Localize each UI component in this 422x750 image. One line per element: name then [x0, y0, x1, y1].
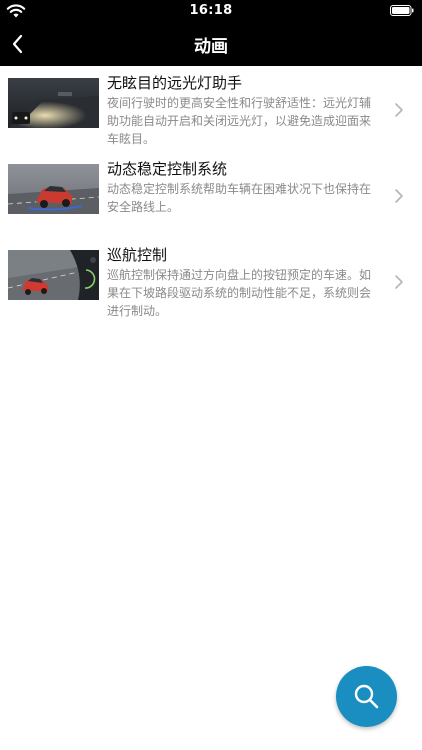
status-bar: 16:18: [0, 0, 422, 22]
list-item-title: 动态稳定控制系统: [107, 160, 228, 178]
search-button[interactable]: [336, 666, 397, 727]
list-item-description: 巡航控制保持通过方向盘上的按钮预定的车速。如果在下坡路段驱动系统的制动性能不足，…: [107, 268, 372, 318]
list-item-title: 无眩目的远光灯助手: [107, 74, 243, 92]
battery-icon: [390, 5, 414, 16]
cruise-control-thumbnail: [8, 250, 99, 300]
status-time: 16:18: [189, 3, 233, 18]
list-item-title: 巡航控制: [107, 246, 168, 264]
list-item-cruise-control[interactable]: 巡航控制 巡航控制保持通过方向盘上的按钮预定的车速。如果在下坡路段驱动系统的制动…: [0, 238, 422, 324]
animation-list: 无眩目的远光灯助手 夜间行驶时的更高安全性和行驶舒适性：远光灯辅助功能自动开启和…: [0, 66, 422, 324]
search-icon: [354, 684, 379, 709]
list-item-high-beam-assistant[interactable]: 无眩目的远光灯助手 夜间行驶时的更高安全性和行驶舒适性：远光灯辅助功能自动开启和…: [0, 66, 422, 152]
night-road-thumbnail: [8, 78, 99, 128]
list-item-description: 夜间行驶时的更高安全性和行驶舒适性：远光灯辅助功能自动开启和关闭远光灯，以避免造…: [107, 96, 372, 146]
top-bar: 16:18 动画: [0, 0, 422, 66]
chevron-right-icon: [395, 275, 403, 289]
page-title: 动画: [194, 37, 228, 57]
chevron-right-icon: [395, 103, 403, 117]
list-item-description: 动态稳定控制系统帮助车辆在困难状况下也保持在安全路线上。: [107, 182, 372, 214]
chevron-right-icon: [395, 189, 403, 203]
nav-bar: 动画: [0, 22, 422, 66]
red-car-thumbnail: [8, 164, 99, 214]
list-item-dynamic-stability-control[interactable]: 动态稳定控制系统 动态稳定控制系统帮助车辆在困难状况下也保持在安全路线上。: [0, 152, 422, 238]
